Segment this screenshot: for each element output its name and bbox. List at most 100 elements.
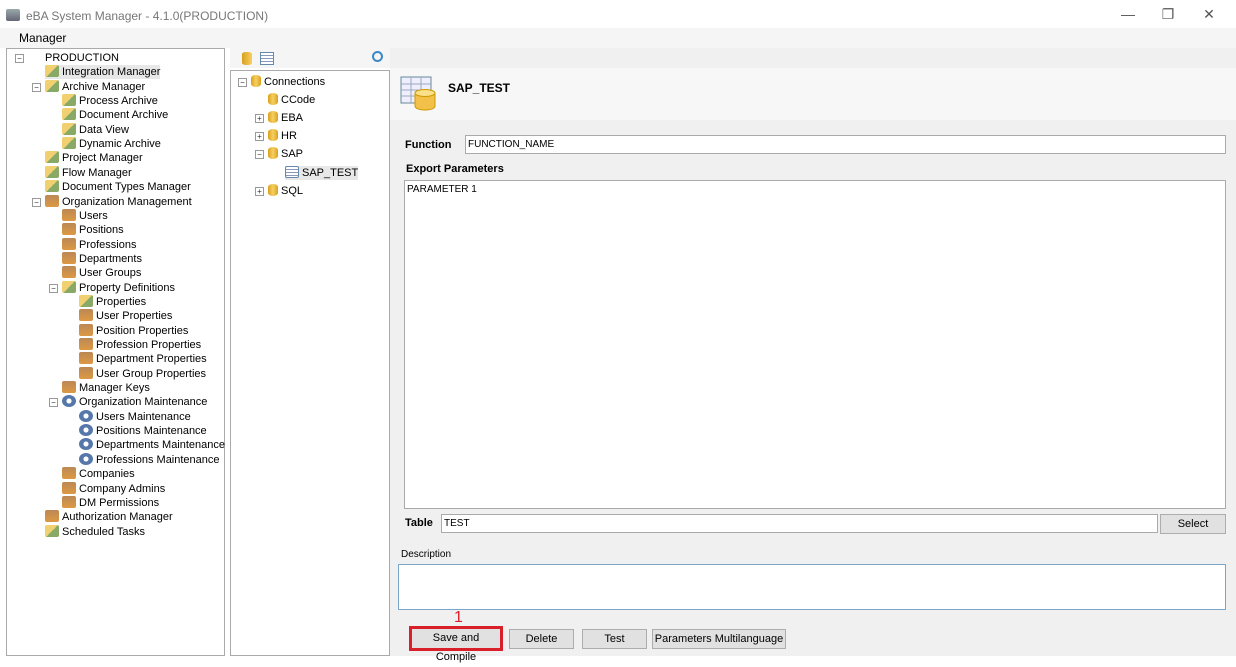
org-icon xyxy=(62,251,76,264)
tree-item[interactable]: Document Types Manager xyxy=(45,180,191,194)
collapse-icon[interactable]: − xyxy=(255,150,264,160)
tree-item[interactable]: − Archive Manager xyxy=(32,79,146,94)
close-button[interactable]: ✕ xyxy=(1199,6,1219,24)
gear-icon xyxy=(62,395,76,408)
tree-item[interactable]: User Properties xyxy=(79,309,172,323)
tree-item[interactable]: Companies xyxy=(62,467,135,481)
export-parameters-label: Export Parameters xyxy=(406,163,504,175)
tree-item-label: Departments xyxy=(79,252,142,265)
tree-item-label: Connections xyxy=(264,76,326,88)
tree-item-label: Project Manager xyxy=(62,152,143,165)
tree-item[interactable]: Integration Manager xyxy=(45,65,161,80)
tree-item[interactable]: User Groups xyxy=(62,266,141,280)
tree-item[interactable]: CCode xyxy=(268,93,315,107)
tree-item[interactable]: Users xyxy=(62,208,108,223)
expand-icon[interactable]: + xyxy=(255,186,264,196)
search-icon[interactable] xyxy=(372,51,383,62)
step-marker: 1 xyxy=(454,609,463,626)
parameters-multilanguage-button[interactable]: Parameters Multilanguage xyxy=(652,629,786,649)
tree-item[interactable]: Dynamic Archive xyxy=(62,137,161,151)
tree-item-label: Positions xyxy=(79,224,124,237)
tree-item[interactable]: Department Properties xyxy=(79,352,207,366)
export-parameters-list[interactable]: PARAMETER 1 xyxy=(404,180,1226,509)
tree-item-label: Archive Manager xyxy=(62,80,146,93)
tree-item[interactable]: Departments Maintenance xyxy=(79,438,225,452)
tree-item[interactable]: Authorization Manager xyxy=(45,510,173,524)
org-icon xyxy=(62,208,76,221)
tree-item-label: Position Properties xyxy=(96,324,189,337)
tree-item-label: PRODUCTION xyxy=(45,52,119,64)
tree-item[interactable]: − Connections xyxy=(238,75,326,89)
tree-item-label: SQL xyxy=(281,184,304,197)
tree-item-label: Authorization Manager xyxy=(62,511,173,524)
tree-item[interactable]: − Organization Management xyxy=(32,194,192,209)
function-input[interactable]: FUNCTION_NAME xyxy=(465,135,1226,154)
tree-item[interactable]: − SAP xyxy=(255,147,303,161)
gear-icon xyxy=(79,424,93,437)
mgr-icon xyxy=(62,137,76,150)
tree-item[interactable]: Position Properties xyxy=(79,323,189,338)
tree-item[interactable]: − Property Definitions xyxy=(49,280,175,295)
collapse-icon[interactable]: − xyxy=(238,78,247,87)
tree-item[interactable]: + SQL xyxy=(255,183,304,198)
tree-item[interactable]: Process Archive xyxy=(62,94,158,108)
tree-item-label: Process Archive xyxy=(79,95,158,108)
tree-item-label: EBA xyxy=(281,112,304,125)
description-input[interactable] xyxy=(398,564,1226,610)
collapse-icon[interactable]: − xyxy=(15,54,24,63)
tbl-icon xyxy=(285,165,299,178)
tree-item[interactable]: − Organization Maintenance xyxy=(49,395,207,409)
menu-manager[interactable]: Manager xyxy=(19,31,66,45)
delete-button[interactable]: Delete xyxy=(509,629,574,649)
tree-item[interactable]: Project Manager xyxy=(45,151,143,165)
tree-item[interactable]: Data View xyxy=(62,122,129,137)
connections-tree[interactable]: − Connections CCode + EBA + HR − SAP SAP_TEST + SQL xyxy=(230,70,390,656)
tree-item[interactable]: + EBA xyxy=(255,111,304,125)
select-button[interactable]: Select xyxy=(1160,514,1226,534)
tree-item-label: Flow Manager xyxy=(62,166,132,179)
tree-item[interactable]: Manager Keys xyxy=(62,381,150,395)
tree-item[interactable]: SAP_TEST xyxy=(285,165,359,180)
minimize-button[interactable]: — xyxy=(1118,6,1138,24)
tree-item[interactable]: Company Admins xyxy=(62,481,165,496)
tree-item-label: Positions Maintenance xyxy=(96,425,207,438)
tree-item[interactable]: + HR xyxy=(255,129,297,143)
export-parameter-item[interactable]: PARAMETER 1 xyxy=(407,184,1223,195)
tree-item-label: DM Permissions xyxy=(79,496,160,509)
org-icon xyxy=(62,481,76,494)
tree-item-label: Property Definitions xyxy=(79,281,175,294)
tree-item[interactable]: User Group Properties xyxy=(79,366,206,381)
expand-icon[interactable]: + xyxy=(255,132,264,142)
tree-item[interactable]: Departments xyxy=(62,251,142,266)
collapse-icon[interactable]: − xyxy=(32,82,41,92)
tree-item[interactable]: Positions xyxy=(62,223,124,237)
collapse-icon[interactable]: − xyxy=(49,283,58,293)
save-and-compile-button[interactable]: Save and Compile xyxy=(409,626,503,663)
tree-item[interactable]: Properties xyxy=(79,294,146,309)
tree-item[interactable]: Users Maintenance xyxy=(79,409,191,424)
tree-item-label: CCode xyxy=(281,94,316,107)
mgr-icon xyxy=(45,165,59,178)
tree-item[interactable]: Scheduled Tasks xyxy=(45,524,145,539)
expand-icon[interactable]: + xyxy=(255,114,264,124)
table-database-icon xyxy=(400,76,436,111)
description-label: Description xyxy=(401,549,452,560)
tree-item[interactable]: Positions Maintenance xyxy=(79,424,207,438)
db-icon xyxy=(268,111,278,124)
tree-item-label: Users Maintenance xyxy=(96,410,191,423)
test-button[interactable]: Test xyxy=(582,629,647,649)
tree-item[interactable]: Flow Manager xyxy=(45,165,132,180)
tree-item[interactable]: Document Archive xyxy=(62,108,168,122)
tree-item[interactable]: Professions xyxy=(62,237,136,252)
collapse-icon[interactable]: − xyxy=(32,197,41,207)
tree-item[interactable]: Professions Maintenance xyxy=(79,452,220,467)
tree-item[interactable]: Profession Properties xyxy=(79,338,201,352)
tree-item[interactable]: − PRODUCTION xyxy=(15,51,119,65)
restore-button[interactable]: ❐ xyxy=(1158,6,1178,24)
table-input[interactable]: TEST xyxy=(441,514,1158,533)
add-connection-icon[interactable] xyxy=(242,52,252,65)
collapse-icon[interactable]: − xyxy=(49,398,58,408)
navigation-tree[interactable]: − PRODUCTION Integration Manager − Archive M… xyxy=(6,48,225,656)
add-table-icon[interactable] xyxy=(260,52,274,65)
tree-item[interactable]: DM Permissions xyxy=(62,495,160,510)
